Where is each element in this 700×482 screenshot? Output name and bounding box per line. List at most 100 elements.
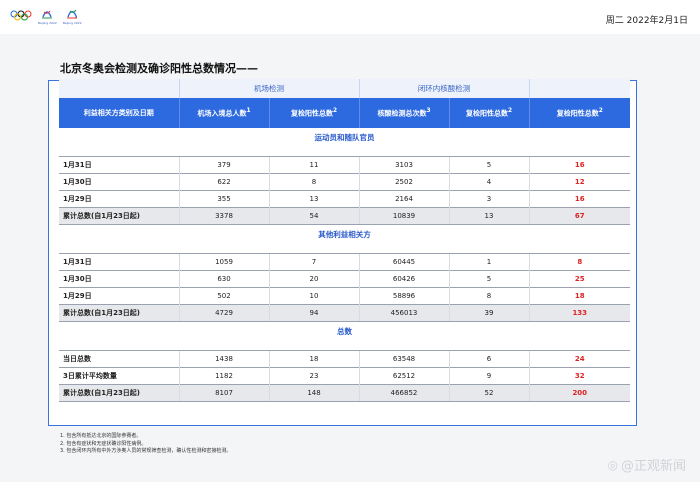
group-header-total-blank	[528, 79, 630, 98]
footnote-ref: 2	[598, 107, 603, 114]
section-title: 运动员和随队官员	[59, 128, 630, 147]
cell-tests: 3103	[358, 156, 449, 174]
cell-tests: 2502	[358, 173, 449, 191]
cell-loop-positive: 3	[448, 190, 529, 208]
row-label: 1月30日	[59, 270, 179, 288]
cell-loop-positive: 8	[448, 287, 529, 305]
cell-total-positive: 32	[528, 367, 630, 385]
section-title: 总数	[59, 321, 630, 341]
col-header-loop-positive: 复检阳性总数2	[448, 98, 529, 128]
logo-caption: Beijing 2022	[38, 21, 57, 25]
cell-loop-positive: 52	[448, 384, 529, 402]
col-header-arrivals: 机场入境总人数1	[178, 98, 269, 128]
footnote-3: 3. 包含闭环内所有中外方涉奥人员的常规筛查检测，确认性检测和密接检测。	[60, 448, 232, 454]
cell-airport-positive: 10	[268, 287, 359, 305]
cell-airport-positive: 7	[268, 253, 359, 271]
cell-total-positive: 12	[528, 173, 630, 191]
row-label: 1月30日	[59, 173, 179, 191]
cell-loop-positive: 9	[448, 367, 529, 385]
table-row-total: 累计总数(自1月23日起) 3378 54 10839 13 67	[59, 207, 630, 225]
row-label: 1月29日	[59, 287, 179, 305]
table-row-total: 累计总数(自1月23日起) 8107 148 466852 52 200	[59, 384, 630, 402]
spacer-cell	[59, 147, 630, 157]
group-header-blank	[59, 79, 179, 98]
footnote-ref: 1	[246, 107, 251, 114]
beijing-2022-paralympic-logo: Beijing 2022	[63, 6, 82, 25]
cell-loop-positive: 5	[448, 270, 529, 288]
cell-loop-positive: 5	[448, 156, 529, 174]
olympic-rings-icon	[10, 10, 32, 21]
section-header: 总数	[59, 321, 630, 341]
cell-airport-positive: 94	[268, 304, 359, 322]
beijing-2022-olympic-logo: Beijing 2022	[38, 6, 57, 25]
cell-tests: 60426	[358, 270, 449, 288]
footnote-ref: 2	[332, 107, 338, 114]
cell-total-positive: 133	[528, 304, 630, 322]
cell-arrivals: 1182	[178, 367, 269, 385]
cell-total-positive: 25	[528, 270, 630, 288]
table-row-total: 累计总数(自1月23日起) 4729 94 456013 39 133	[59, 304, 630, 322]
col-header-tests-text: 核酸检测总次数	[377, 109, 427, 118]
page-title-text: 北京冬奥会检测及确诊阳性总数情况——	[60, 62, 258, 75]
cell-airport-positive: 148	[268, 384, 359, 402]
table-group-header: 机场检测 闭环内核酸检测	[59, 79, 630, 98]
section-spacer	[59, 341, 630, 351]
row-label: 1月31日	[59, 156, 179, 174]
olympic-rings-logo	[10, 10, 32, 21]
page-title: 北京冬奥会检测及确诊阳性总数情况——	[60, 60, 258, 76]
row-label: 1月29日	[59, 190, 179, 208]
cell-tests: 10839	[358, 207, 449, 225]
col-header-loop-positive-text: 复检阳性总数	[465, 109, 508, 118]
cell-tests: 62512	[358, 367, 449, 385]
table-row: 1月30日 622 8 2502 4 12	[59, 173, 630, 191]
table-row: 3日累计平均数量 1182 23 62512 9 32	[59, 367, 630, 385]
col-header-airport-positive: 复检阳性总数2	[268, 98, 359, 128]
col-header-total-positive-text: 复检阳性总数	[556, 109, 599, 118]
cell-arrivals: 355	[178, 190, 269, 208]
col-header-arrivals-text: 机场入境总人数	[197, 109, 247, 118]
cell-arrivals: 1438	[178, 350, 269, 368]
footnote-ref: 2	[507, 107, 513, 114]
cell-airport-positive: 18	[268, 350, 359, 368]
cell-total-positive: 67	[528, 207, 630, 225]
col-header-airport-positive-text: 复检阳性总数	[290, 109, 333, 118]
col-header-category: 利益相关方类别及日期	[59, 98, 179, 128]
row-label: 累计总数(自1月23日起)	[59, 207, 179, 225]
cell-total-positive: 200	[528, 384, 630, 402]
cell-arrivals: 502	[178, 287, 269, 305]
cell-airport-positive: 23	[268, 367, 359, 385]
cell-total-positive: 16	[528, 156, 630, 174]
cell-loop-positive: 4	[448, 173, 529, 191]
cell-tests: 456013	[358, 304, 449, 322]
row-label: 3日累计平均数量	[59, 367, 179, 385]
row-label: 累计总数(自1月23日起)	[59, 384, 179, 402]
section-title: 其他利益相关方	[59, 224, 630, 244]
cell-airport-positive: 8	[268, 173, 359, 191]
cell-loop-positive: 1	[448, 253, 529, 271]
cell-tests: 2164	[358, 190, 449, 208]
cell-arrivals: 1059	[178, 253, 269, 271]
cell-total-positive: 24	[528, 350, 630, 368]
cell-arrivals: 379	[178, 156, 269, 174]
top-bar: Beijing 2022 Beijing 2022 周二 2022年2月1日	[0, 0, 700, 34]
footnote-ref: 3	[426, 107, 431, 114]
cell-arrivals: 8107	[178, 384, 269, 402]
cell-airport-positive: 54	[268, 207, 359, 225]
beijing-2022-olympic-emblem-icon	[42, 10, 53, 19]
weibo-icon: ◎	[607, 457, 618, 472]
section-header: 运动员和随队官员	[59, 128, 630, 147]
group-header-closed-loop: 闭环内核酸检测	[358, 79, 529, 98]
table-row: 1月31日 1059 7 60445 1 8	[59, 253, 630, 271]
beijing-2022-paralympic-emblem-icon	[67, 9, 78, 19]
footnotes: 1. 包含所有抵达北京的国际参赛者。 2. 包含有症状和无症状确诊阳性病例。 3…	[60, 433, 231, 456]
watermark-text: @正观新闻	[620, 459, 686, 474]
cell-arrivals: 3378	[178, 207, 269, 225]
cell-airport-positive: 11	[268, 156, 359, 174]
table-row: 1月30日 630 20 60426 5 25	[59, 270, 630, 288]
row-label: 1月31日	[59, 253, 179, 271]
cell-tests: 60445	[358, 253, 449, 271]
cell-loop-positive: 6	[448, 350, 529, 368]
cell-arrivals: 4729	[178, 304, 269, 322]
group-header-airport: 机场检测	[178, 79, 359, 98]
stats-table: 机场检测 闭环内核酸检测 利益相关方类别及日期 机场入境总人数1 复检阳性总数2…	[59, 79, 630, 402]
